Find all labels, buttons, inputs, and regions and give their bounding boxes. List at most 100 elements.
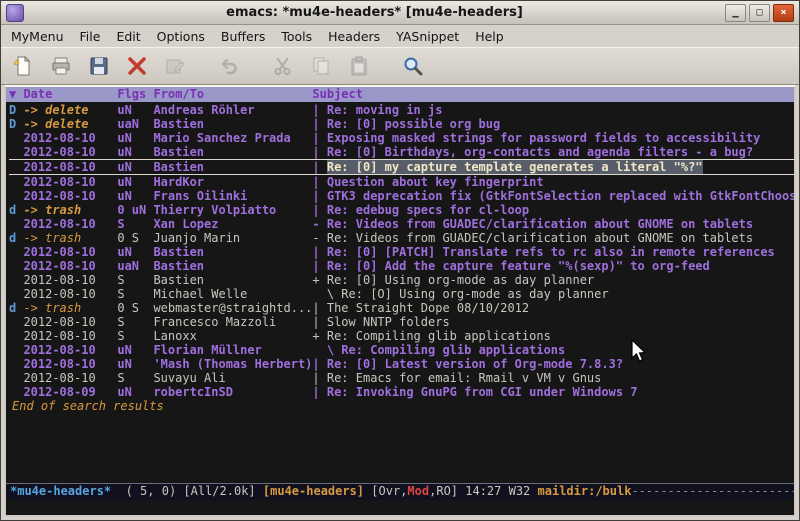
menu-item-buffers[interactable]: Buffers [221,29,265,44]
message-row[interactable]: 2012-08-10SFrancesco Mazzoli| Slow NNTP … [9,315,794,329]
mark-char [9,259,16,273]
subject-text: Re: Videos from GUADEC/clarification abo… [327,217,753,231]
thread-prefix: - [312,231,326,245]
subject: | Re: [0] Add the capture feature "%(sex… [312,259,794,273]
flags: uN [117,357,146,371]
flags: uN [117,160,146,174]
message-row[interactable]: 2012-08-10uNMario Sanchez Prada| Exposin… [9,131,794,145]
title-bar[interactable]: emacs: *mu4e-headers* [mu4e-headers] ▁ □… [1,1,799,25]
column-from[interactable]: From/To [153,87,312,102]
message-row[interactable]: d-> trash0 SJuanjo Marin- Re: Videos fro… [9,231,794,245]
message-row[interactable]: d-> trash0 Swebmaster@straightd...| The … [9,301,794,315]
modeline-segment: [mu4e-headers] [263,484,364,500]
mark-char: d [9,301,16,315]
menu-item-tools[interactable]: Tools [281,29,312,44]
minimize-button[interactable]: ▁ [725,4,746,22]
undo-icon[interactable] [215,53,242,80]
message-row[interactable]: 2012-08-10uNFrans Oilinki| GTK3 deprecat… [9,189,794,203]
message-row[interactable]: 2012-08-10SBastien+ Re: [0] Using org-mo… [9,273,794,287]
message-row[interactable]: 2012-08-10uNBastien| Re: [0] my capture … [9,159,794,175]
date-or-action: -> trash [23,231,95,245]
message-row[interactable]: 2012-08-10SSuvayu Ali| Re: Emacs for ema… [9,371,794,385]
new-file-icon[interactable] [9,53,36,80]
menu-item-yasnippet[interactable]: YASnippet [396,29,459,44]
menu-item-edit[interactable]: Edit [116,29,140,44]
message-row[interactable]: 2012-08-10uNBastien| Re: [0] Birthdays, … [9,145,794,159]
subject-text: Re: [0] possible org bug [327,117,500,131]
message-row[interactable]: d-> trash0 uNThierry Volpiatto| Re: edeb… [9,203,794,217]
subject: \ Re: Compiling glib applications [312,343,794,357]
column-flags[interactable]: Flgs [117,87,153,102]
subject-text: Re: [0] Latest version of Org-mode 7.8.3… [327,357,623,371]
date-or-action: 2012-08-10 [23,357,95,371]
flags: 0 uN [117,203,146,217]
maximize-button[interactable]: □ [749,4,770,22]
menu-bar: MyMenu File Edit Options Buffers Tools Headers… [1,25,799,47]
message-row[interactable]: 2012-08-10uN'Mash (Thomas Herbert)| Re: … [9,357,794,371]
subject: | Re: moving in js [312,103,794,117]
message-row[interactable]: D-> deleteuNAndreas Röhler| Re: moving i… [9,103,794,117]
subject-text: Re: moving in js [327,103,443,117]
menu-item-help[interactable]: Help [475,29,504,44]
flags: uaN [117,117,146,131]
modeline-segment: *mu4e-headers* [10,484,111,500]
thread-prefix: | [312,385,326,399]
from: HardKor [153,175,312,189]
subject: - Re: Videos from GUADEC/clarification a… [312,231,794,245]
save-as-icon[interactable] [161,53,188,80]
message-row[interactable]: 2012-08-10SLanoxx+ Re: Compiling glib ap… [9,329,794,343]
message-row[interactable]: 2012-08-10uaNBastien| Re: [0] Add the ca… [9,259,794,273]
menu-item-file[interactable]: File [80,29,101,44]
close-buffer-icon[interactable] [123,53,150,80]
thread-prefix: | [312,245,326,259]
message-row[interactable]: 2012-08-10SXan Lopez- Re: Videos from GU… [9,217,794,231]
thread-prefix: + [312,273,326,287]
subject: + Re: Compiling glib applications [312,329,794,343]
menu-item-headers[interactable]: Headers [328,29,380,44]
column-date[interactable]: ▼ Date [9,87,117,102]
flags: 0 S [117,301,146,315]
save-icon[interactable] [85,53,112,80]
from: Bastien [153,273,312,287]
cut-icon[interactable] [269,53,296,80]
flags: uN [117,189,146,203]
mark-char: d [9,231,16,245]
modeline-segment [256,484,263,500]
date-or-action: 2012-08-10 [23,131,95,145]
search-icon[interactable] [399,53,426,80]
modeline-segment: [All/2.0k] [183,484,255,500]
message-row[interactable]: D-> deleteuaNBastien| Re: [0] possible o… [9,117,794,131]
buffer-frame: ▼ Date Flgs From/To Subject D-> deleteuN… [4,85,796,517]
menu-item-options[interactable]: Options [157,29,205,44]
message-row[interactable]: 2012-08-10SMichael Welle \ Re: [O] Using… [9,287,794,301]
subject-text: Re: Compiling glib applications [327,329,551,343]
copy-icon[interactable] [307,53,334,80]
paste-icon[interactable] [345,53,372,80]
modeline-segment: ----------------------------------------… [631,484,794,500]
minibuffer [6,500,794,515]
mark-char: D [9,117,16,131]
date-or-action: 2012-08-10 [23,343,95,357]
message-row[interactable]: 2012-08-10uNFlorian Müllner \ Re: Compil… [9,343,794,357]
modeline-segment: ( 5, 0) [111,484,183,500]
subject-text: Re: Videos from GUADEC/clarification abo… [327,231,753,245]
subject-text: The Straight Dope 08/10/2012 [327,301,529,315]
headers-column-row[interactable]: ▼ Date Flgs From/To Subject [6,87,794,102]
thread-prefix: | [312,160,326,174]
mark-char [9,175,16,189]
menu-item-mymenu[interactable]: MyMenu [11,29,64,44]
mode-line: *mu4e-headers* ( 5, 0) [All/2.0k] [mu4e-… [6,483,794,500]
message-row[interactable]: 2012-08-10uNHardKor| Question about key … [9,175,794,189]
modeline-segment: RO] [436,484,458,500]
from: Bastien [153,245,312,259]
subject: | Exposing masked strings for password f… [312,131,794,145]
mark-char [9,245,16,259]
thread-prefix: \ [312,343,341,357]
column-subject[interactable]: Subject [312,87,794,102]
message-row[interactable]: 2012-08-09uNrobertcInSD| Re: Invoking Gn… [9,385,794,399]
message-row[interactable]: 2012-08-10uNBastien| Re: [0] [PATCH] Tra… [9,245,794,259]
date-or-action: 2012-08-10 [23,371,95,385]
close-button[interactable]: × [773,4,794,22]
flags: S [117,287,146,301]
print-icon[interactable] [47,53,74,80]
